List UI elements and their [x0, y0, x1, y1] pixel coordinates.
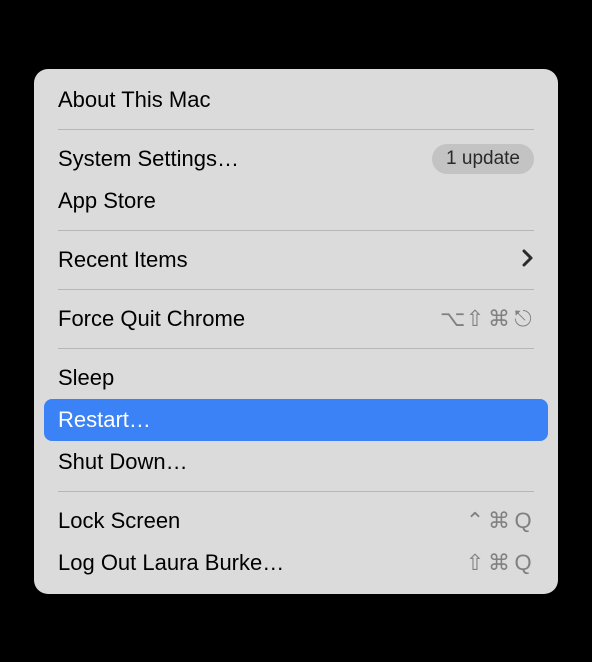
menu-item-label: Recent Items	[58, 247, 188, 273]
menu-item-label: Restart…	[58, 407, 151, 433]
menu-item-shutdown[interactable]: Shut Down…	[34, 441, 558, 483]
menu-item-lock-screen[interactable]: Lock Screen ⌃ ⌘ Q	[34, 500, 558, 542]
command-key-icon: ⌘	[488, 306, 510, 332]
menu-item-label: App Store	[58, 188, 156, 214]
menu-item-force-quit[interactable]: Force Quit Chrome ⌥ ⇧ ⌘ ⎋	[34, 298, 558, 340]
shift-key-icon: ⇧	[464, 306, 486, 332]
menu-item-about[interactable]: About This Mac	[34, 79, 558, 121]
menu-item-recent-items[interactable]: Recent Items	[34, 239, 558, 281]
menu-item-label: Sleep	[58, 365, 114, 391]
separator	[58, 129, 534, 130]
lock-shortcut: ⌃ ⌘ Q	[464, 508, 534, 534]
menu-item-label: Lock Screen	[58, 508, 180, 534]
option-key-icon: ⌥	[440, 306, 462, 332]
logout-shortcut: ⇧ ⌘ Q	[464, 550, 534, 576]
control-key-icon: ⌃	[464, 508, 486, 534]
apple-menu: About This Mac System Settings… 1 update…	[34, 69, 558, 594]
separator	[58, 289, 534, 290]
q-key: Q	[512, 508, 534, 534]
chevron-right-icon	[522, 247, 534, 273]
menu-item-label: Log Out Laura Burke…	[58, 550, 284, 576]
command-key-icon: ⌘	[488, 550, 510, 576]
menu-item-sleep[interactable]: Sleep	[34, 357, 558, 399]
command-key-icon: ⌘	[488, 508, 510, 534]
menu-item-label: System Settings…	[58, 146, 239, 172]
separator	[58, 230, 534, 231]
escape-key-icon: ⎋	[512, 306, 534, 332]
force-quit-shortcut: ⌥ ⇧ ⌘ ⎋	[440, 306, 534, 332]
menu-item-app-store[interactable]: App Store	[34, 180, 558, 222]
menu-item-system-settings[interactable]: System Settings… 1 update	[34, 138, 558, 180]
shift-key-icon: ⇧	[464, 550, 486, 576]
separator	[58, 491, 534, 492]
menu-item-log-out[interactable]: Log Out Laura Burke… ⇧ ⌘ Q	[34, 542, 558, 584]
menu-item-label: About This Mac	[58, 87, 210, 113]
menu-item-restart[interactable]: Restart…	[44, 399, 548, 441]
menu-item-label: Force Quit Chrome	[58, 306, 245, 332]
update-badge: 1 update	[432, 144, 534, 174]
separator	[58, 348, 534, 349]
menu-item-label: Shut Down…	[58, 449, 188, 475]
q-key: Q	[512, 550, 534, 576]
